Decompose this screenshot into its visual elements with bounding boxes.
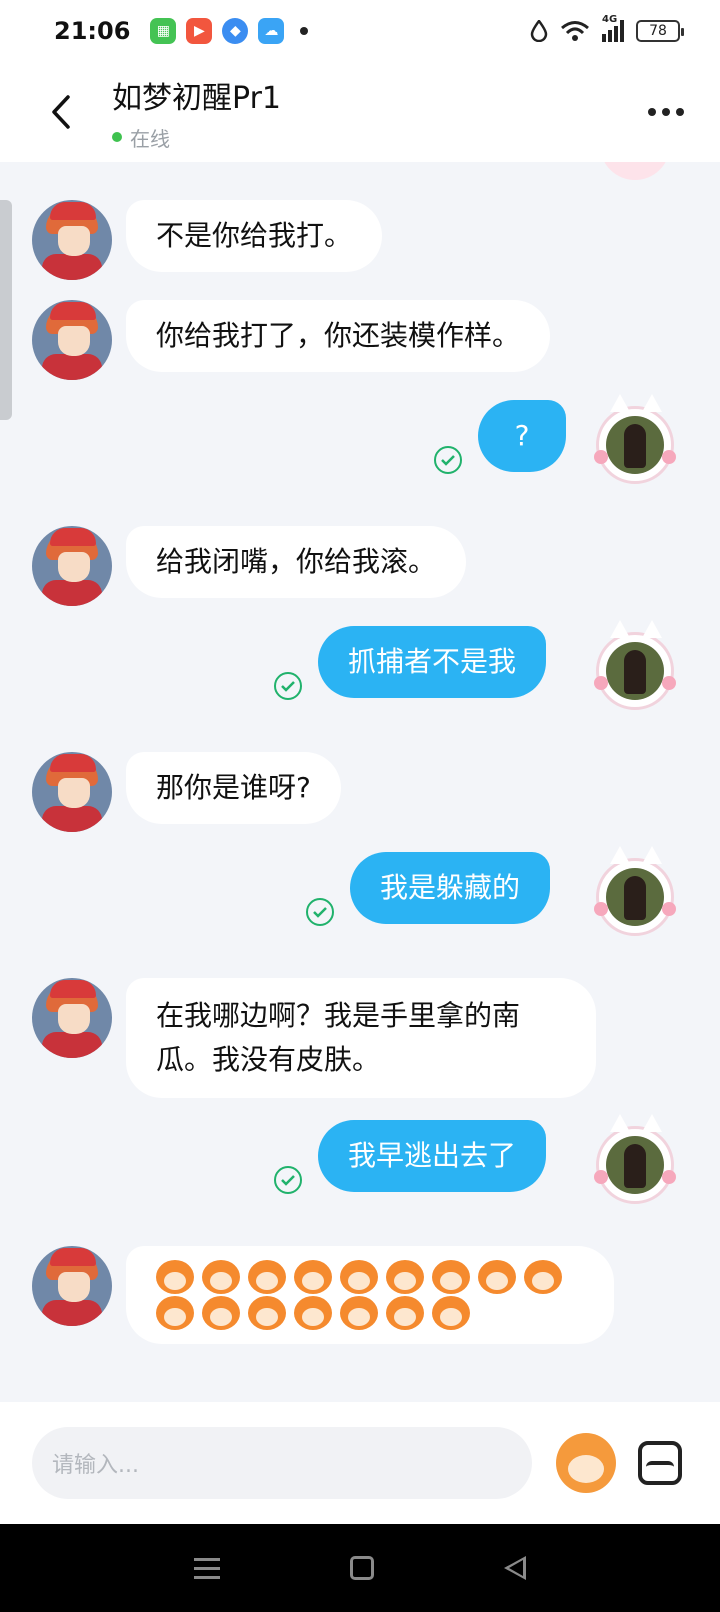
- message-bubble[interactable]: 那你是谁呀?: [126, 752, 341, 824]
- back-arrow-icon: [52, 95, 70, 129]
- system-navigation-bar: [0, 1524, 720, 1612]
- message-bubble[interactable]: 你给我打了，你还装模作样。: [126, 300, 551, 372]
- signal-icon: 4G: [602, 14, 624, 42]
- message-bubble[interactable]: 我是躲藏的: [350, 852, 551, 924]
- wifi-icon: [561, 21, 589, 41]
- more-options-button[interactable]: [648, 108, 684, 116]
- my-avatar[interactable]: [594, 394, 676, 490]
- back-button[interactable]: [30, 82, 90, 142]
- message-bubble[interactable]: 我早逃出去了: [318, 1120, 547, 1192]
- data-drop-icon: [530, 20, 548, 42]
- emoji-row: [156, 1260, 584, 1294]
- read-check-icon: [306, 898, 334, 926]
- monkey-emoji-icon: [340, 1260, 378, 1294]
- more-dot-icon: [648, 108, 656, 116]
- message-input[interactable]: 请输入...: [32, 1427, 532, 1499]
- message-bubble[interactable]: 不是你给我打。: [126, 200, 383, 272]
- status-app-icons: ▦ ▶ ◆ ☁: [150, 18, 309, 44]
- monkey-emoji-icon: [156, 1260, 194, 1294]
- monkey-emoji-icon: [294, 1260, 332, 1294]
- contact-avatar[interactable]: [32, 978, 112, 1058]
- status-indicators: 4G 78: [530, 14, 684, 42]
- scrollbar[interactable]: [0, 200, 12, 420]
- status-bar: 21:06 ▦ ▶ ◆ ☁ 4G 78: [0, 0, 720, 62]
- home-button[interactable]: [350, 1556, 374, 1580]
- contact-avatar[interactable]: [32, 300, 112, 380]
- more-dot-icon: [662, 108, 670, 116]
- image-picker-button[interactable]: [638, 1441, 682, 1485]
- contact-avatar[interactable]: [32, 752, 112, 832]
- online-status-text: 在线: [130, 126, 170, 151]
- contact-avatar[interactable]: [32, 526, 112, 606]
- video-app-icon: ▶: [186, 18, 213, 44]
- monkey-emoji-icon: [524, 1260, 562, 1294]
- monkey-emoji-icon: [294, 1296, 332, 1330]
- emoji-message-bubble[interactable]: [126, 1246, 614, 1344]
- battery-icon: 78: [636, 20, 684, 42]
- contact-avatar[interactable]: [32, 200, 112, 280]
- monkey-emoji-icon: [432, 1260, 470, 1294]
- online-dot-icon: [112, 132, 122, 142]
- monkey-emoji-icon: [432, 1296, 470, 1330]
- recent-apps-button[interactable]: [194, 1557, 220, 1579]
- emoji-row: [156, 1296, 584, 1330]
- my-avatar[interactable]: [594, 620, 676, 716]
- monkey-emoji-icon: [386, 1296, 424, 1330]
- emoji-picker-button[interactable]: [556, 1433, 616, 1493]
- status-time: 21:06: [54, 17, 131, 45]
- contact-info[interactable]: 如梦初醒Pr1 在线: [112, 73, 281, 152]
- contact-name: 如梦初醒Pr1: [112, 80, 281, 116]
- network-type: 4G: [602, 14, 618, 25]
- battery-level: 78: [649, 23, 667, 39]
- system-back-button[interactable]: [504, 1556, 526, 1580]
- read-check-icon: [434, 446, 462, 474]
- message-bubble[interactable]: 抓捕者不是我: [318, 626, 547, 698]
- monkey-emoji-icon: [340, 1296, 378, 1330]
- contact-avatar[interactable]: [32, 1246, 112, 1326]
- my-avatar[interactable]: [594, 1114, 676, 1210]
- monkey-emoji-icon: [202, 1260, 240, 1294]
- monkey-emoji-icon: [478, 1260, 516, 1294]
- online-status: 在线: [112, 123, 281, 152]
- monkey-emoji-icon: [156, 1296, 194, 1330]
- avatar-frame-partial: [600, 162, 670, 180]
- monkey-emoji-icon: [248, 1260, 286, 1294]
- read-check-icon: [274, 672, 302, 700]
- monkey-emoji-icon: [386, 1260, 424, 1294]
- chat-header: 如梦初醒Pr1 在线: [0, 62, 720, 162]
- more-dot-icon: [676, 108, 684, 116]
- weather-app-icon: ☁: [258, 18, 285, 44]
- read-check-icon: [274, 1166, 302, 1194]
- notification-dot-icon: [300, 27, 309, 35]
- message-list[interactable]: 不是你给我打。 你给我打了，你还装模作样。 ? 给我闭嘴，你给我滚。 抓捕者不是…: [0, 162, 720, 1402]
- message-bubble[interactable]: 给我闭嘴，你给我滚。: [126, 526, 467, 598]
- monkey-emoji-icon: [202, 1296, 240, 1330]
- message-bubble[interactable]: 在我哪边啊？我是手里拿的南瓜。我没有皮肤。: [126, 978, 596, 1098]
- browser-app-icon: ◆: [222, 18, 249, 44]
- message-bubble[interactable]: ?: [478, 400, 566, 472]
- my-avatar[interactable]: [594, 846, 676, 942]
- monkey-emoji-icon: [248, 1296, 286, 1330]
- app-grid-icon: ▦: [150, 18, 177, 44]
- message-input-bar: 请输入...: [0, 1402, 720, 1524]
